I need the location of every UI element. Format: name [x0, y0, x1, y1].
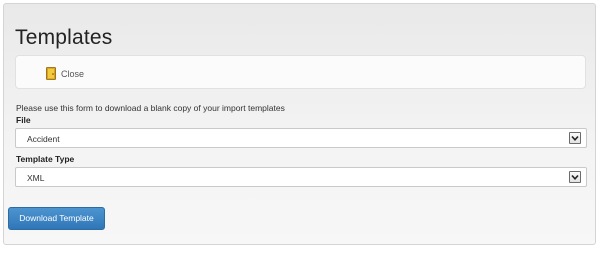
download-template-button[interactable]: Download Template [8, 207, 105, 230]
template-type-select-value: XML [27, 173, 45, 183]
form-intro-text: Please use this form to download a blank… [16, 103, 285, 113]
close-label: Close [61, 68, 85, 79]
templates-panel: Templates Close Please use this form to … [3, 3, 596, 245]
toolbar: Close [15, 55, 586, 89]
file-select[interactable]: Accident [15, 128, 587, 148]
chevron-down-icon[interactable] [569, 132, 581, 144]
page-title: Templates [15, 26, 113, 49]
template-type-select[interactable]: XML [15, 167, 587, 187]
file-select-value: Accident [27, 134, 60, 144]
chevron-down-icon[interactable] [569, 171, 581, 183]
close-button[interactable]: Close [46, 67, 84, 80]
file-label: File [16, 115, 31, 125]
close-door-icon [46, 67, 57, 80]
template-type-label: Template Type [16, 154, 75, 164]
